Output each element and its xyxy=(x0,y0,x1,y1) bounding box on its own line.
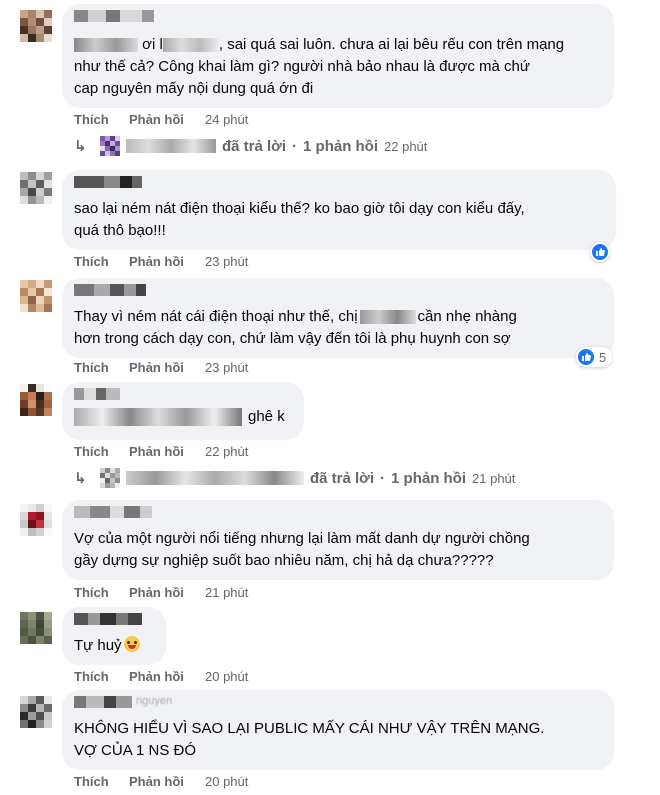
commenter-name-partial: nguyen xyxy=(136,695,173,707)
reply-timestamp: 22 phút xyxy=(384,138,428,154)
comment-actions: Thích Phản hồi 21 phút xyxy=(74,585,248,600)
laughing-emoji-icon xyxy=(123,636,140,652)
comment-bubble: Vợ của một người nổi tiếng nhưng lại làm… xyxy=(62,500,614,580)
reaction-badge[interactable] xyxy=(590,242,610,262)
comment-text-line: gầy dựng sự nghiệp suốt bao nhiêu năm, c… xyxy=(74,552,494,569)
reply-timestamp: 21 phút xyxy=(472,470,516,486)
comment-text: Thay vì ném nát cái điện thoại như thế, … xyxy=(74,306,517,328)
comment-text-segment: sai quá sai luôn. chưa ai lại bêu rếu co… xyxy=(227,36,565,53)
commenter-name[interactable] xyxy=(74,284,146,296)
timestamp[interactable]: 20 phút xyxy=(205,669,248,684)
reply-button[interactable]: Phản hồi xyxy=(129,444,205,459)
reply-arrow-icon: ↳ xyxy=(74,470,87,487)
commenter-name[interactable] xyxy=(74,176,142,188)
replies-summary[interactable]: ↳ đã trả lời · 1 phản hồi 22 phút xyxy=(74,136,427,156)
comment-text: ơi l, sai quá sai luôn. chưa ai lại bêu … xyxy=(74,34,564,56)
like-button[interactable]: Thích xyxy=(74,444,129,459)
reply-button[interactable]: Phản hồi xyxy=(129,669,205,684)
comment-text-segment: Thay vì ném nát cái điện thoại như thế, … xyxy=(74,308,358,325)
comment-bubble: ghê k xyxy=(62,382,304,440)
comment-text: ghê k xyxy=(74,406,285,428)
comment-text-line: sao lại ném nát điện thoại kiểu thế? ko … xyxy=(74,200,525,217)
comment-actions: Thích Phản hồi 20 phút xyxy=(74,669,248,684)
like-button[interactable]: Thích xyxy=(74,360,129,375)
comment-text-line: KHÔNG HIỂU VÌ SAO LẠI PUBLIC MẤY CÁI NHƯ… xyxy=(74,720,545,737)
like-button[interactable]: Thích xyxy=(74,585,129,600)
like-button[interactable]: Thích xyxy=(74,669,129,684)
comment-text-segment: Tự huỷ xyxy=(74,637,122,654)
reaction-count: 5 xyxy=(599,349,607,365)
avatar[interactable] xyxy=(20,172,52,204)
timestamp[interactable]: 20 phút xyxy=(205,774,248,789)
timestamp[interactable]: 23 phút xyxy=(205,254,248,269)
comment-text-segment: ơi l xyxy=(142,36,163,53)
avatar[interactable] xyxy=(20,696,52,728)
avatar[interactable] xyxy=(20,612,52,644)
reply-count: 1 phản hồi xyxy=(391,469,467,487)
comment-actions: Thích Phản hồi 24 phút xyxy=(74,112,248,127)
blurred-name xyxy=(126,471,304,485)
comment-text-segment: ghê k xyxy=(248,408,285,425)
comment-text-line: VỢ CỦA 1 NS ĐÓ xyxy=(74,742,197,759)
avatar[interactable] xyxy=(20,504,52,536)
like-button[interactable]: Thích xyxy=(74,112,129,127)
comment-actions: Thích Phản hồi 20 phút xyxy=(74,774,248,789)
commenter-name[interactable] xyxy=(74,10,154,22)
reply-button[interactable]: Phản hồi xyxy=(129,254,205,269)
avatar xyxy=(100,468,120,488)
avatar[interactable] xyxy=(20,10,52,42)
like-reaction-icon xyxy=(592,244,608,260)
timestamp[interactable]: 21 phút xyxy=(205,585,248,600)
comment-actions: Thích Phản hồi 23 phút xyxy=(74,254,248,269)
replied-label: đã trả lời xyxy=(222,137,287,155)
reply-button[interactable]: Phản hồi xyxy=(129,112,205,127)
timestamp[interactable]: 23 phút xyxy=(205,360,248,375)
reply-button[interactable]: Phản hồi xyxy=(129,774,205,789)
timestamp[interactable]: 24 phút xyxy=(205,112,248,127)
like-reaction-icon xyxy=(578,349,594,365)
blurred-text xyxy=(359,310,416,325)
blurred-name xyxy=(126,139,216,153)
like-button[interactable]: Thích xyxy=(74,254,129,269)
like-button[interactable]: Thích xyxy=(74,774,129,789)
replies-summary[interactable]: ↳ đã trả lời · 1 phản hồi 21 phút xyxy=(74,468,515,488)
comment-text-line: hơn trong cách dạy con, chứ làm vậy đến … xyxy=(74,330,511,347)
comment-text-line: như thế cả? Công khai làm gì? người nhà … xyxy=(74,58,530,75)
commenter-name[interactable]: nguyen xyxy=(74,696,172,708)
blurred-text xyxy=(74,408,242,427)
reply-count: 1 phản hồi xyxy=(303,137,379,155)
comment-bubble: nguyen KHÔNG HIỂU VÌ SAO LẠI PUBLIC MẤY … xyxy=(62,690,614,770)
timestamp[interactable]: 22 phút xyxy=(205,444,248,459)
blurred-text xyxy=(74,38,138,53)
reply-button[interactable]: Phản hồi xyxy=(129,585,205,600)
reply-button[interactable]: Phản hồi xyxy=(129,360,205,375)
commenter-name[interactable] xyxy=(74,613,142,625)
comment-text-line: Vợ của một người nổi tiếng nhưng lại làm… xyxy=(74,530,530,547)
comment-text-segment: cần nhẹ nhàng xyxy=(417,308,517,325)
blurred-text xyxy=(162,38,219,53)
comment-text-line: cap nguyên mấy nội dung quá ớn đi xyxy=(74,80,314,97)
commenter-name[interactable] xyxy=(74,388,120,400)
replied-label: đã trả lời xyxy=(310,469,375,487)
comment-text: Tự huỷ xyxy=(74,635,140,657)
comment-bubble: ơi l, sai quá sai luôn. chưa ai lại bêu … xyxy=(62,4,614,108)
commenter-name[interactable] xyxy=(74,506,152,518)
avatar[interactable] xyxy=(20,280,52,312)
comment-text-line: quá thô bạo!!! xyxy=(74,222,166,239)
comment-bubble: sao lại ném nát điện thoại kiểu thế? ko … xyxy=(62,170,616,250)
avatar xyxy=(100,136,120,156)
reply-arrow-icon: ↳ xyxy=(74,138,87,155)
avatar[interactable] xyxy=(20,384,52,416)
comment-actions: Thích Phản hồi 23 phút xyxy=(74,360,248,375)
comment-bubble: Tự huỷ xyxy=(62,607,166,665)
reaction-badge[interactable]: 5 xyxy=(576,347,613,367)
comment-actions: Thích Phản hồi 22 phút xyxy=(74,444,248,459)
comment-bubble: Thay vì ném nát cái điện thoại như thế, … xyxy=(62,278,614,358)
